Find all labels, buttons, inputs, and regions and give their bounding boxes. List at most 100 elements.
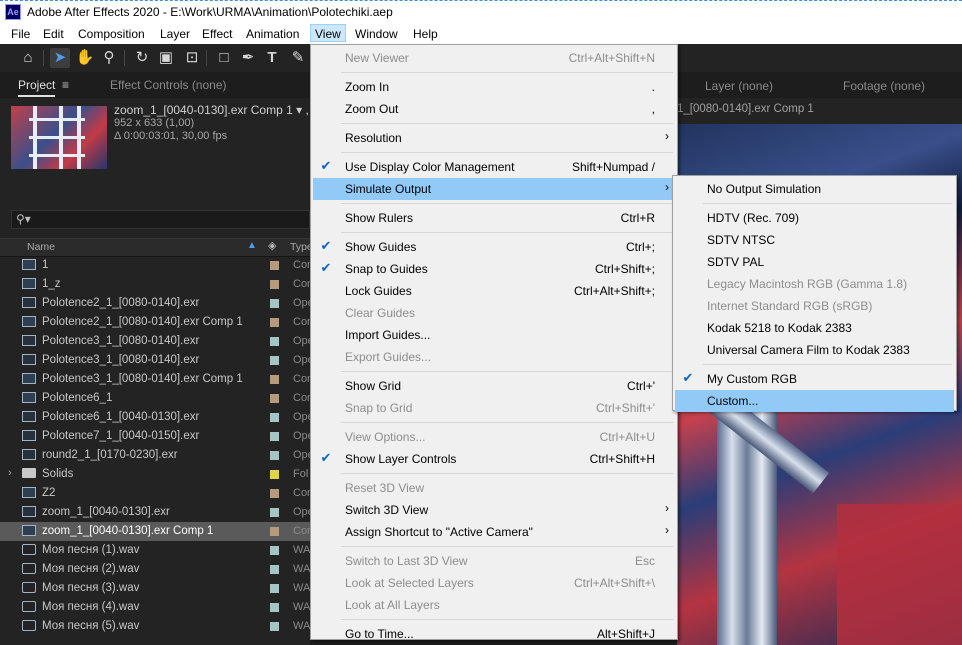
simulate-output-item-my-custom-rgb[interactable]: ✔ My Custom RGB [675, 368, 954, 390]
label-color-swatch[interactable] [270, 318, 279, 327]
table-row[interactable]: 1_z Con [0, 275, 310, 294]
table-row[interactable]: Polotence2_1_[0080-0140].exr Comp 1 Con [0, 313, 310, 332]
view-menu-item-show-guides[interactable]: ✔ Show Guides Ctrl+; [313, 236, 675, 258]
brush-tool-icon[interactable]: ✎ [288, 48, 308, 68]
view-menu-item-show-layer-controls[interactable]: ✔ Show Layer Controls Ctrl+Shift+H [313, 448, 675, 470]
view-menu-item-snap-to-guides[interactable]: ✔ Snap to Guides Ctrl+Shift+; [313, 258, 675, 280]
label-color-swatch[interactable] [270, 527, 279, 536]
label-color-swatch[interactable] [270, 603, 279, 612]
label-color-swatch[interactable] [270, 375, 279, 384]
tab-project[interactable]: Project [18, 78, 56, 97]
comp-breadcrumb[interactable]: 1_[0080-0140].exr Comp 1 [677, 103, 814, 115]
tab-footage[interactable]: Footage (none) [843, 79, 925, 93]
table-row[interactable]: 1 Con [0, 256, 310, 275]
view-menu-item-show-rulers[interactable]: Show Rulers Ctrl+R [313, 207, 675, 229]
camera-tool-icon[interactable]: ▣ [156, 48, 176, 68]
view-menu-item-resolution[interactable]: Resolution › [313, 127, 675, 149]
view-menu-item-lock-guides[interactable]: Lock Guides Ctrl+Alt+Shift+; [313, 280, 675, 302]
table-row[interactable]: Моя песня (3).wav WA [0, 579, 310, 598]
table-row[interactable]: Моя песня (5).wav WA [0, 617, 310, 636]
table-row[interactable]: Polotence3_1_[0080-0140].exr Ope [0, 332, 310, 351]
table-row[interactable]: › Solids Fol [0, 465, 310, 484]
label-color-swatch[interactable] [270, 470, 279, 479]
view-menu-item-zoom-in[interactable]: Zoom In. [313, 76, 675, 98]
view-menu-item-import-guides[interactable]: Import Guides... [313, 324, 675, 346]
simulate-output-item-custom[interactable]: Custom... [675, 390, 954, 412]
table-row[interactable]: zoom_1_[0040-0130].exr Ope [0, 503, 310, 522]
table-row[interactable]: Polotence6_1 Con [0, 389, 310, 408]
table-row[interactable]: Polotence7_1_[0040-0150].exr Ope [0, 427, 310, 446]
tab-layer[interactable]: Layer (none) [705, 79, 773, 93]
table-row[interactable]: Z2 Con [0, 484, 310, 503]
label-color-swatch[interactable] [270, 489, 279, 498]
tab-effect-controls[interactable]: Effect Controls (none) [110, 78, 227, 92]
label-color-swatch[interactable] [270, 413, 279, 422]
rectangle-tool-icon[interactable]: □ [214, 48, 234, 68]
label-color-swatch[interactable] [270, 622, 279, 631]
view-menu-dropdown: New Viewer Ctrl+Alt+Shift+N Zoom In. Zoom O… [310, 44, 678, 641]
file-type: WA [293, 601, 310, 613]
simulate-output-item-no-output-simulation[interactable]: No Output Simulation [675, 178, 954, 200]
home-icon[interactable]: ⌂ [18, 48, 38, 68]
menu-separator [341, 422, 673, 423]
hand-tool-icon[interactable]: ✋ [75, 48, 95, 68]
menu-item-label: Look at All Layers [345, 598, 440, 612]
label-color-swatch[interactable] [270, 356, 279, 365]
zoom-tool-icon[interactable]: ⚲ [99, 48, 119, 68]
label-color-swatch[interactable] [270, 565, 279, 574]
menu-file[interactable]: File [7, 26, 34, 42]
pan-behind-tool-icon[interactable]: ⊡ [182, 48, 202, 68]
simulate-output-item-kodak-5218-to-kodak-2383[interactable]: Kodak 5218 to Kodak 2383 [675, 317, 954, 339]
table-row[interactable]: Моя песня (4).wav WA [0, 598, 310, 617]
view-menu-item-simulate-output[interactable]: Simulate Output › [313, 178, 675, 200]
menu-layer[interactable]: Layer [156, 26, 194, 42]
table-row[interactable]: Polotence3_1_[0080-0140].exr Comp 1 Con [0, 370, 310, 389]
label-color-swatch[interactable] [270, 299, 279, 308]
label-color-swatch[interactable] [270, 394, 279, 403]
menu-animation[interactable]: Animation [242, 26, 303, 42]
menu-window[interactable]: Window [351, 26, 402, 42]
menu-item-label: Switch to Last 3D View [345, 554, 468, 568]
table-row[interactable]: zoom_1_[0040-0130].exr Comp 1 Con [0, 522, 310, 541]
label-color-swatch[interactable] [270, 584, 279, 593]
type-tool-icon[interactable]: T [262, 48, 282, 68]
table-row[interactable]: Polotence3_1_[0080-0140].exr Ope [0, 351, 310, 370]
column-name[interactable]: Name [27, 241, 55, 253]
view-menu-item-switch-3d-view[interactable]: Switch 3D View › [313, 499, 675, 521]
simulate-output-item-sdtv-pal[interactable]: SDTV PAL [675, 251, 954, 273]
rotate-tool-icon[interactable]: ↻ [132, 48, 152, 68]
label-column-icon[interactable]: ◈ [268, 239, 276, 252]
view-menu-item-go-to-time[interactable]: Go to Time... Alt+Shift+J [313, 623, 675, 645]
simulate-output-item-hdtv-rec-709[interactable]: HDTV (Rec. 709) [675, 207, 954, 229]
menu-view[interactable]: View [310, 24, 346, 42]
table-row[interactable]: Моя песня (1).wav WA [0, 541, 310, 560]
label-color-swatch[interactable] [270, 508, 279, 517]
label-color-swatch[interactable] [270, 432, 279, 441]
menu-effect[interactable]: Effect [198, 26, 236, 42]
table-row[interactable]: Polotence2_1_[0080-0140].exr Ope [0, 294, 310, 313]
menu-help[interactable]: Help [409, 26, 442, 42]
pen-tool-icon[interactable]: ✒ [238, 48, 258, 68]
view-menu-item-assign-shortcut-to-active-camera[interactable]: Assign Shortcut to "Active Camera" › [313, 521, 675, 543]
menu-composition[interactable]: Composition [74, 26, 149, 42]
selection-tool-icon[interactable]: ➤ [50, 48, 70, 68]
table-row[interactable]: Моя песня (2).wav WA [0, 560, 310, 579]
expand-arrow-icon[interactable]: › [8, 467, 12, 479]
sort-ascending-icon[interactable]: ▲ [247, 240, 257, 251]
menu-edit[interactable]: Edit [39, 26, 68, 42]
table-row[interactable]: round2_1_[0170-0230].exr Ope [0, 446, 310, 465]
simulate-output-item-sdtv-ntsc[interactable]: SDTV NTSC [675, 229, 954, 251]
view-menu-item-show-grid[interactable]: Show Grid Ctrl+' [313, 375, 675, 397]
simulate-output-item-universal-camera-film-to-kodak-2383[interactable]: Universal Camera Film to Kodak 2383 [675, 339, 954, 361]
view-menu-item-use-display-color-management[interactable]: ✔ Use Display Color Management Shift+Numpa… [313, 156, 675, 178]
panel-menu-icon[interactable]: ≡ [62, 78, 69, 92]
table-row[interactable]: Polotence6_1_[0040-0130].exr Ope [0, 408, 310, 427]
label-color-swatch[interactable] [270, 280, 279, 289]
label-color-swatch[interactable] [270, 261, 279, 270]
label-color-swatch[interactable] [270, 337, 279, 346]
project-search-input[interactable]: ⚲▾ [11, 210, 310, 229]
label-color-swatch[interactable] [270, 451, 279, 460]
view-menu-item-zoom-out[interactable]: Zoom Out, [313, 98, 675, 120]
preview-item-name[interactable]: zoom_1_[0040-0130].exr Comp 1 ▾ , [114, 103, 309, 117]
label-color-swatch[interactable] [270, 546, 279, 555]
